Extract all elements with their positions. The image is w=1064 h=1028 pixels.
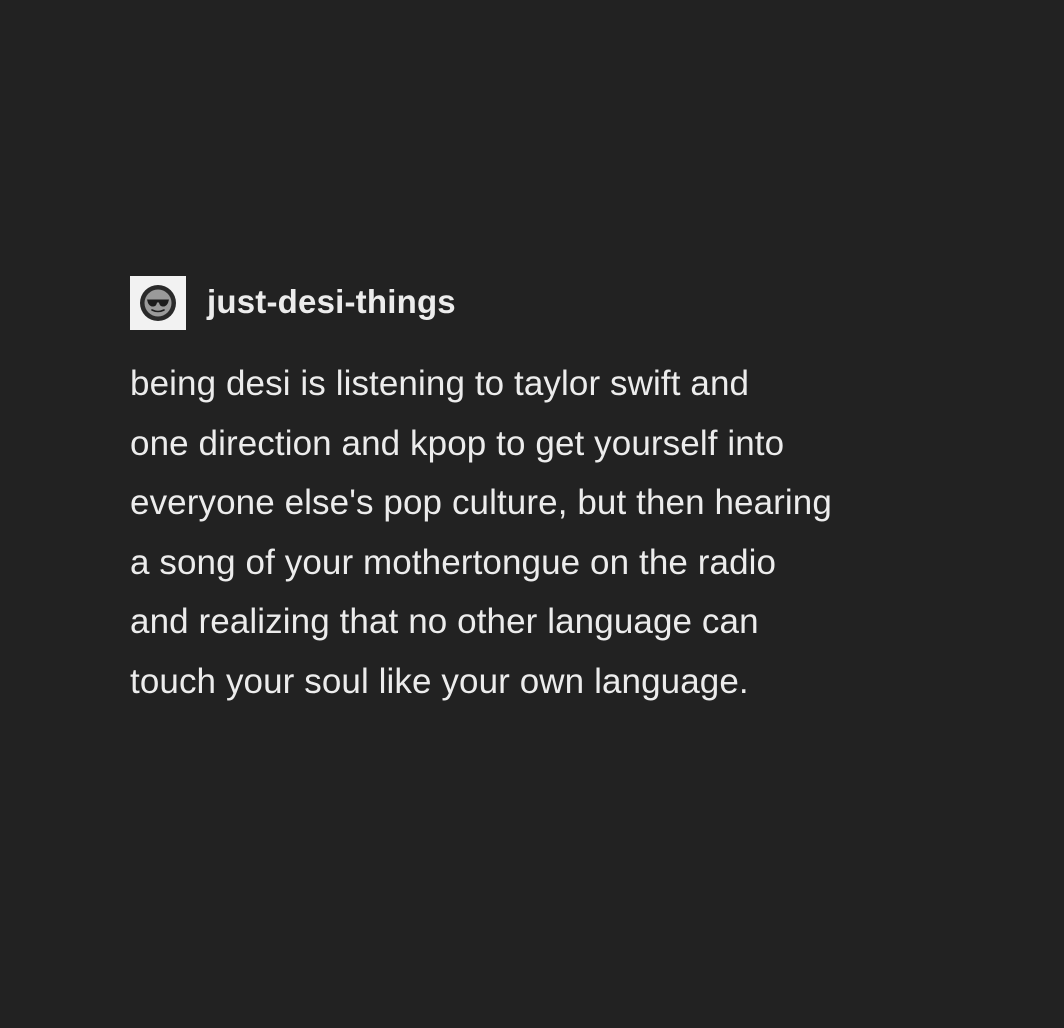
post-text-line: everyone else's pop culture, but then he…	[130, 483, 832, 522]
post-text-line: one direction and kpop to get yourself i…	[130, 423, 785, 463]
post-body: being desi is listening to taylor swift …	[130, 354, 990, 711]
post-text-line: being desi is listening to taylor swift …	[130, 364, 750, 403]
post-header: just-desi-things	[130, 276, 990, 330]
sunglasses-face-icon	[140, 285, 176, 321]
tumblr-post: just-desi-things being desi is listening…	[130, 276, 990, 711]
username[interactable]: just-desi-things	[207, 285, 456, 318]
avatar[interactable]	[130, 276, 186, 330]
post-text-line: a song of your mothertongue on the radio	[130, 542, 777, 582]
post-text-line: and realizing that no other language can	[130, 602, 759, 641]
post-text-line: touch your soul like your own language.	[130, 661, 749, 701]
screenshot-canvas: just-desi-things being desi is listening…	[0, 0, 1064, 1028]
